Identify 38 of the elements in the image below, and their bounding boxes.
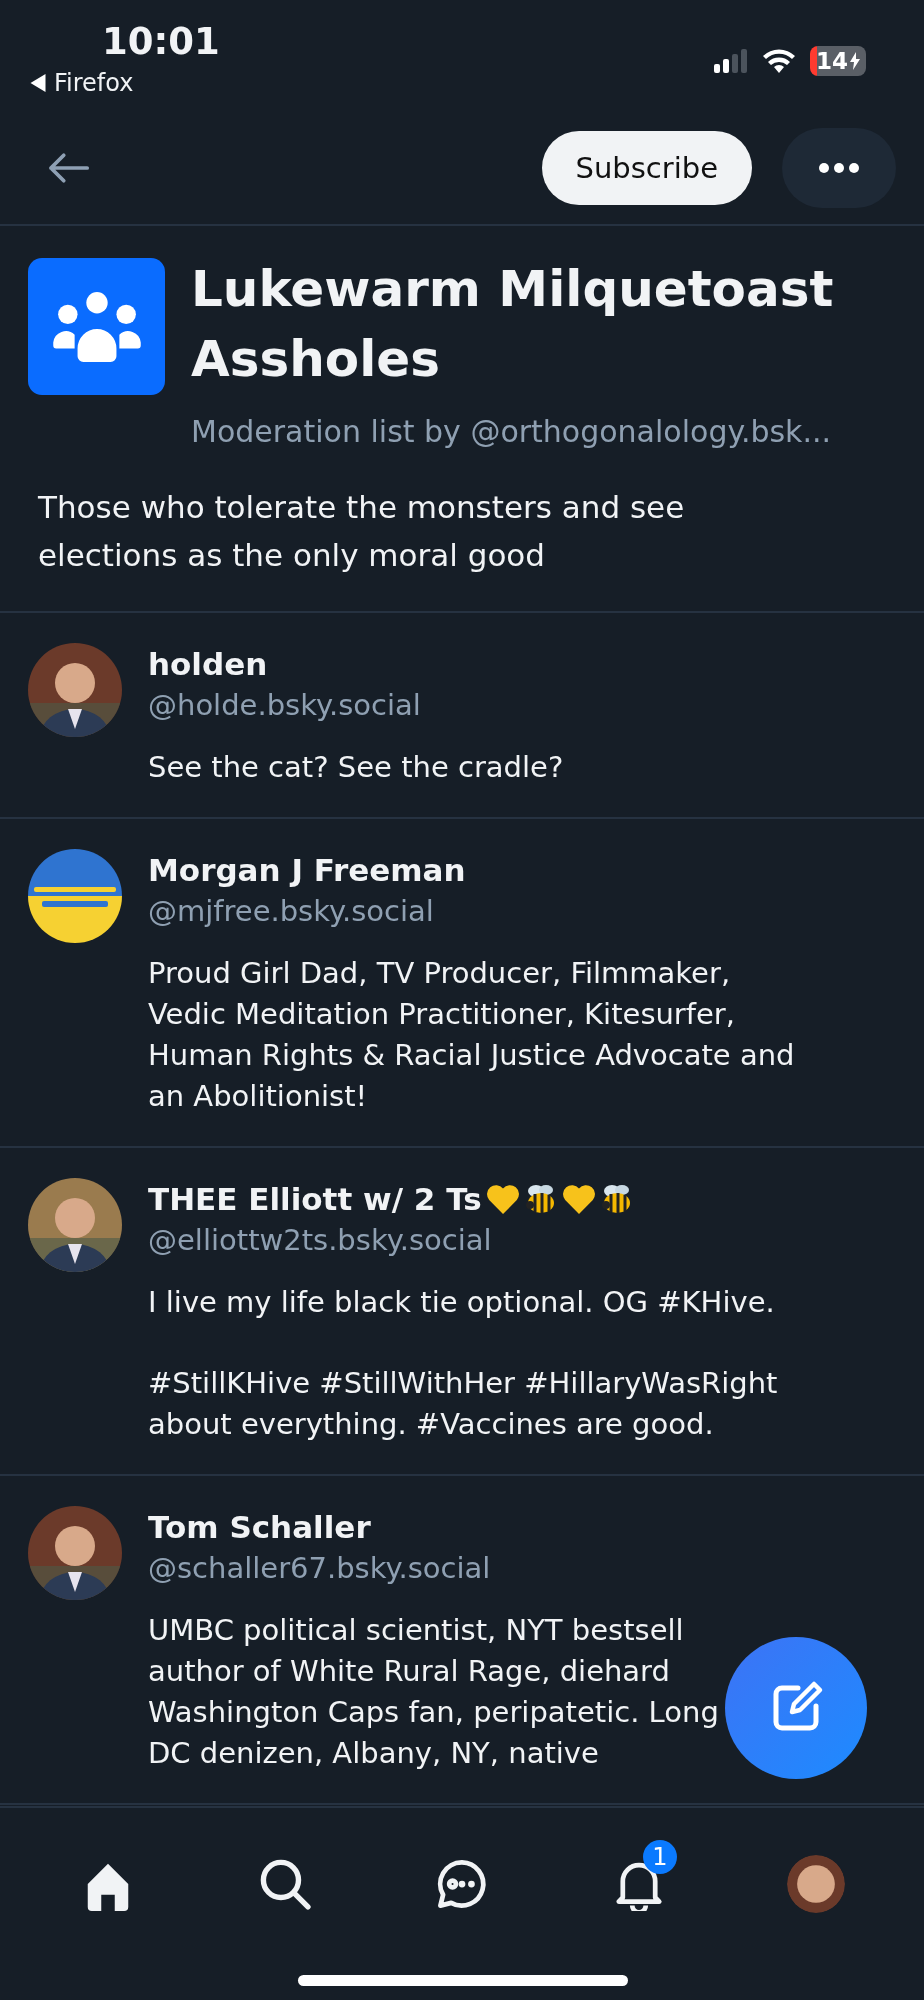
member-name: holden — [148, 645, 268, 684]
chat-bubble-icon[interactable] — [435, 1857, 489, 1911]
bio-line: an Abolitionist! — [148, 1078, 369, 1115]
bio-line: UMBC political scientist, NYT bestsell — [148, 1612, 685, 1649]
notification-count: 1 — [642, 1840, 677, 1874]
member-handle: @holde.bsky.social — [148, 687, 422, 724]
wifi-icon — [762, 48, 796, 74]
bio-line: I live my life black tie optional. OG #KHive. — [148, 1284, 776, 1321]
signal-icon — [714, 49, 748, 73]
member-name: Morgan J Freeman — [148, 851, 466, 890]
bio-line: author of White Rural Rage, diehard — [148, 1653, 671, 1690]
back-triangle-icon — [30, 74, 46, 92]
clock-time: 10:01 — [102, 20, 220, 64]
back-to-app-link[interactable]: Firefox — [30, 68, 134, 98]
list-description: Those who tolerate the monsters and see elections as the only moral good — [0, 449, 924, 613]
bio-line: Human Rights & Racial Justice Advocate and — [148, 1037, 795, 1074]
list-title: Lukewarm Milquetoast Assholes — [191, 259, 835, 390]
bio-line: Washington Caps fan, peripatetic. Long — [148, 1694, 719, 1731]
people-icon — [52, 291, 141, 362]
member-handle: @mjfree.bsky.social — [148, 893, 435, 930]
bio-line: Proud Girl Dad, TV Producer, Filmmaker, — [148, 955, 732, 992]
heart-icon — [485, 1183, 520, 1215]
more-icon — [819, 163, 859, 173]
bio-line: DC denizen, Albany, NY, native — [148, 1735, 600, 1772]
member-handle: @schaller67.bsky.social — [148, 1550, 492, 1587]
list-byline: Moderation list by @orthogonalology.bsk... — [191, 414, 833, 449]
bio-line: Vedic Meditation Practitioner, Kitesurfer, — [148, 996, 736, 1033]
heart-icon — [561, 1183, 596, 1215]
bio-line: about everything. #Vaccines are good. — [148, 1406, 715, 1443]
member-name: Tom Schaller — [148, 1508, 371, 1547]
subscribe-button[interactable]: Subscribe — [541, 131, 752, 205]
member-name: THEE Elliott w/ 2 Ts — [148, 1180, 482, 1219]
bio-line: #StillKHive #StillWithHer #HillaryWasRight — [148, 1365, 778, 1402]
bio-line: See the cat? See the cradle? — [148, 749, 564, 786]
battery-indicator: 14 — [810, 46, 866, 76]
member-handle: @elliottw2ts.bsky.social — [148, 1222, 493, 1259]
search-icon[interactable] — [258, 1857, 313, 1911]
back-arrow-icon[interactable] — [46, 152, 90, 184]
